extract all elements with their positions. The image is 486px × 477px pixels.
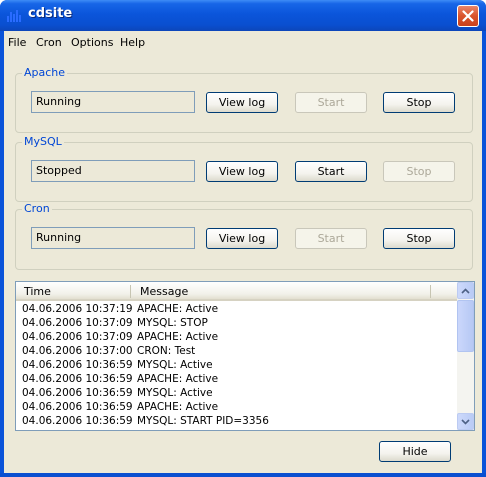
scroll-up-button[interactable] <box>457 282 474 299</box>
log-time: 04.06.2006 10:36:59 <box>22 373 133 385</box>
log-message: MYSQL: Active <box>137 387 213 399</box>
apache-status-field: Running <box>31 91 195 113</box>
cron-view-log-button[interactable]: View log <box>206 228 278 249</box>
menu-file[interactable]: File <box>8 36 26 49</box>
scroll-thumb[interactable] <box>457 300 474 352</box>
log-time: 04.06.2006 10:36:59 <box>22 387 133 399</box>
column-separator[interactable] <box>130 285 131 298</box>
menu-bar: File Cron Options Help <box>4 31 482 53</box>
window-border <box>0 473 486 477</box>
log-list[interactable]: Time Message 04.06.2006 10:37:19 APACHE: … <box>15 281 475 431</box>
apache-start-button: Start <box>295 92 367 113</box>
mysql-status-field: Stopped <box>31 160 195 182</box>
log-message: MYSQL: STOP <box>137 317 208 329</box>
client-area: File Cron Options Help Apache Running Vi… <box>4 31 482 473</box>
menu-options[interactable]: Options <box>71 36 113 49</box>
close-icon <box>462 10 474 22</box>
menu-cron[interactable]: Cron <box>36 36 62 49</box>
log-time: 04.06.2006 10:37:00 <box>22 345 133 357</box>
cron-status-field: Running <box>31 227 195 249</box>
log-time: 04.06.2006 10:36:59 <box>22 359 133 371</box>
log-time: 04.06.2006 10:36:59 <box>22 401 133 413</box>
scroll-up-arrow-icon <box>461 287 470 294</box>
log-time: 04.06.2006 10:37:09 <box>22 331 133 343</box>
log-message: CRON: Test <box>137 345 196 357</box>
group-label-mysql: MySQL <box>22 135 64 148</box>
menu-help[interactable]: Help <box>120 36 145 49</box>
cron-group: Cron Running View log Start Stop <box>15 202 473 270</box>
apache-stop-button[interactable]: Stop <box>383 92 455 113</box>
close-button[interactable] <box>457 5 479 27</box>
group-label-cron: Cron <box>22 202 52 215</box>
column-header-message[interactable]: Message <box>140 285 188 298</box>
log-message: APACHE: Active <box>137 373 219 385</box>
scroll-down-button[interactable] <box>457 413 474 430</box>
log-time: 04.06.2006 10:37:09 <box>22 317 133 329</box>
log-message: MYSQL: Active <box>137 359 213 371</box>
mysql-start-button[interactable]: Start <box>295 161 367 182</box>
bar-chart-icon <box>7 10 21 22</box>
apache-view-log-button[interactable]: View log <box>206 92 278 113</box>
mysql-view-log-button[interactable]: View log <box>206 161 278 182</box>
column-separator[interactable] <box>430 285 431 298</box>
log-scrollbar[interactable] <box>457 282 474 430</box>
log-message: APACHE: Active <box>137 303 219 315</box>
app-window: cdsite File Cron Options Help Apache Run… <box>0 0 486 477</box>
log-message: APACHE: Active <box>137 401 219 413</box>
group-label-apache: Apache <box>22 66 68 79</box>
scroll-down-arrow-icon <box>461 418 470 425</box>
column-header-time[interactable]: Time <box>24 285 51 298</box>
log-time: 04.06.2006 10:37:19 <box>22 303 133 315</box>
log-message: APACHE: Active <box>137 331 219 343</box>
log-header: Time Message <box>16 282 457 301</box>
cron-stop-button[interactable]: Stop <box>383 228 455 249</box>
cron-start-button: Start <box>295 228 367 249</box>
log-message: MYSQL: START PID=3356 <box>137 415 269 427</box>
mysql-stop-button: Stop <box>383 161 455 182</box>
window-title: cdsite <box>28 6 73 21</box>
title-bar[interactable]: cdsite <box>0 0 486 31</box>
apache-group: Apache Running View log Start Stop <box>15 66 473 133</box>
log-time: 04.06.2006 10:36:59 <box>22 415 133 427</box>
mysql-group: MySQL Stopped View log Start Stop <box>15 135 473 202</box>
hide-button[interactable]: Hide <box>379 441 451 462</box>
